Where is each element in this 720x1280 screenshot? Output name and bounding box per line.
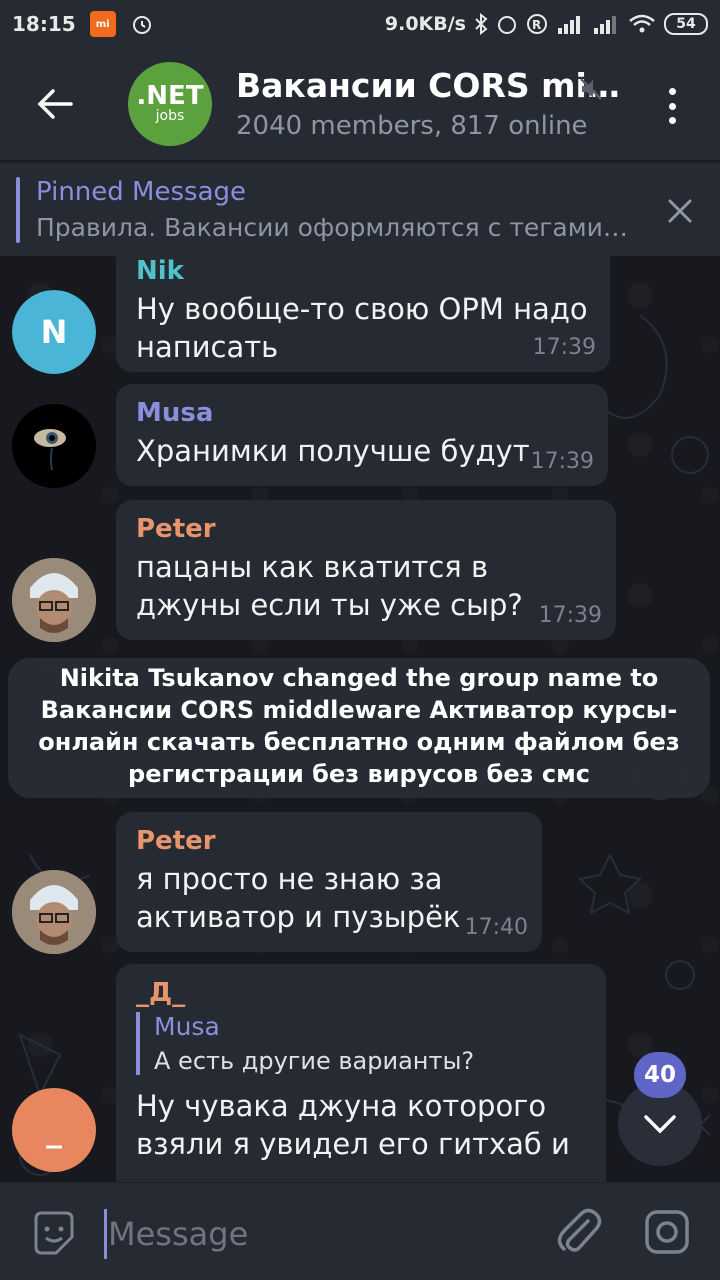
- eye-avatar-icon: [34, 429, 66, 471]
- message-time: 17:39: [538, 603, 602, 628]
- message-text: Ну чувака джуна которого взяли я увидел …: [136, 1089, 570, 1161]
- sender-name[interactable]: Musa: [136, 398, 590, 428]
- avatar-net-text: .NET: [136, 81, 204, 111]
- message-bubble[interactable]: Peter пацаны как вкатится в джуны если т…: [116, 500, 616, 640]
- camera-icon: [645, 1210, 689, 1254]
- bluetooth-icon: [474, 13, 488, 35]
- attach-button[interactable]: [554, 1207, 602, 1259]
- user-photo-icon: [12, 870, 96, 954]
- avatar-letter: N: [40, 313, 68, 351]
- message-bubble[interactable]: Peter я просто не знаю за активатор и пу…: [116, 812, 542, 952]
- reply-text: А есть другие варианты?: [154, 1047, 475, 1075]
- signal-icon: [556, 14, 584, 34]
- message-bubble[interactable]: Nik Ну вообще-то свою ОРМ надо написать …: [116, 256, 610, 372]
- status-bar: 18:15 mi 9.0KB/s R 54: [0, 0, 720, 48]
- avatar[interactable]: _: [12, 1088, 96, 1172]
- more-menu-button[interactable]: [650, 84, 694, 128]
- message-text: пацаны как вкатится в джуны если ты уже …: [136, 550, 523, 622]
- dot-icon: [668, 117, 676, 124]
- text-cursor: [104, 1209, 107, 1259]
- mi-app-icon: mi: [89, 11, 116, 37]
- avatar[interactable]: N: [12, 290, 96, 374]
- service-message: Nikita Tsukanov changed the group name t…: [8, 658, 710, 798]
- message-list[interactable]: N Nik Ну вообще-то свою ОРМ надо написат…: [0, 256, 720, 1182]
- message-time: 17:40: [464, 915, 528, 940]
- message-text: Ну вообще-то свою ОРМ надо написать: [136, 292, 588, 364]
- sender-name[interactable]: Peter: [136, 826, 524, 856]
- reply-quote[interactable]: Musa А есть другие варианты?: [136, 1012, 588, 1075]
- chat-header: .NET jobs Вакансии CORS mi… 2040 members…: [0, 48, 720, 160]
- avatar[interactable]: [12, 870, 96, 954]
- pinned-message-bar[interactable]: Pinned Message Правила. Вакансии оформля…: [0, 162, 720, 256]
- reply-sender-name: Musa: [154, 1012, 220, 1041]
- user-photo-icon: [12, 558, 96, 642]
- battery-indicator: 54: [664, 13, 708, 35]
- message-bubble[interactable]: Musa Хранимки получше будут 17:39: [116, 384, 608, 486]
- avatar-circle: N: [12, 290, 96, 374]
- paperclip-icon: [557, 1208, 602, 1252]
- group-avatar[interactable]: .NET jobs: [128, 62, 212, 146]
- muted-icon: [578, 76, 604, 106]
- dot-icon: [668, 102, 676, 110]
- camera-button[interactable]: [642, 1207, 692, 1261]
- pinned-title: Pinned Message: [36, 177, 247, 207]
- message-text: Хранимки получше будут: [136, 434, 530, 468]
- sender-name[interactable]: _Д_: [136, 978, 588, 1008]
- chat-title-block[interactable]: Вакансии CORS mi… 2040 members, 817 onli…: [236, 66, 620, 141]
- message-time: 17:39: [530, 449, 594, 474]
- close-icon: [668, 199, 692, 223]
- alarm-clock-icon: [496, 13, 518, 35]
- message-bubble[interactable]: _Д_ Musa А есть другие варианты? Ну чува…: [116, 964, 606, 1182]
- avatar-letter: _: [46, 1111, 62, 1149]
- arrow-left-icon: [37, 89, 73, 119]
- avatar[interactable]: [12, 558, 96, 642]
- signal-icon-2: [592, 14, 620, 34]
- emoji-button[interactable]: [30, 1209, 78, 1261]
- status-time: 18:15: [12, 12, 76, 36]
- pinned-indicator: [16, 177, 20, 243]
- chat-title: Вакансии CORS mi…: [236, 66, 620, 105]
- roaming-icon: R: [526, 13, 548, 35]
- avatar-jobs-text: jobs: [155, 108, 185, 124]
- wifi-icon: [628, 13, 656, 35]
- svg-text:R: R: [532, 18, 541, 32]
- unread-count-badge: 40: [634, 1052, 686, 1098]
- pinned-close-button[interactable]: [660, 191, 700, 231]
- message-time: 17:39: [532, 335, 596, 360]
- sender-name[interactable]: Peter: [136, 514, 598, 544]
- alarm-icon: [130, 12, 154, 36]
- pinned-text: Правила. Вакансии оформляются с тегами…: [36, 213, 628, 242]
- network-speed: 9.0KB/s: [384, 13, 466, 35]
- chat-member-count: 2040 members, 817 online: [236, 111, 588, 141]
- avatar[interactable]: [12, 404, 96, 488]
- dot-icon: [668, 88, 676, 95]
- message-input[interactable]: [108, 1209, 528, 1259]
- back-button[interactable]: [0, 48, 110, 160]
- sender-name[interactable]: Nik: [136, 256, 592, 286]
- chevron-down-icon: [644, 1115, 676, 1134]
- sticker-emoji-icon: [34, 1211, 74, 1255]
- message-input-bar: [0, 1182, 720, 1280]
